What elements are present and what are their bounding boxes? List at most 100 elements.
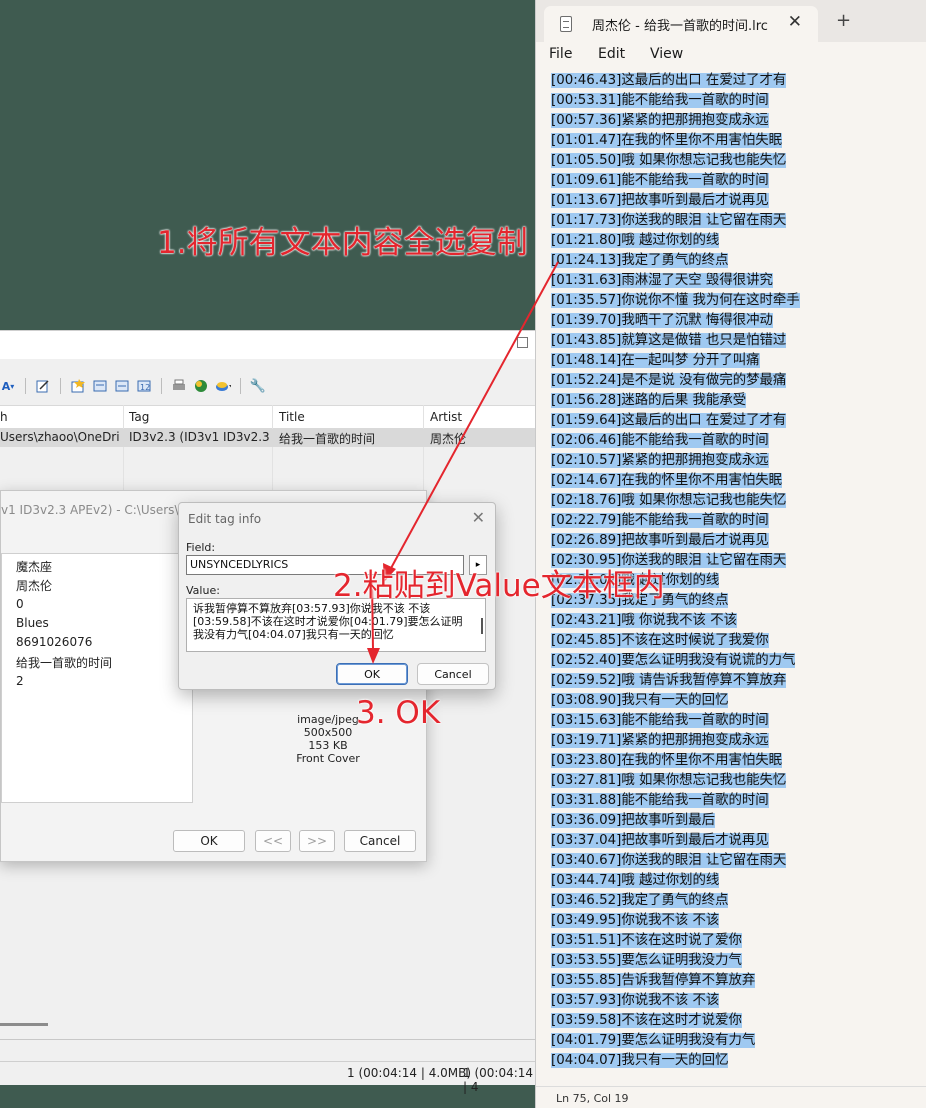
text-line: [03:23.80]在我的怀里你不用害怕失眠 [551,751,901,771]
selected-text: [00:53.31]能不能给我一首歌的时间 [551,93,769,108]
column-path[interactable]: h [0,410,8,424]
text-line: [02:59.52]哦 请告诉我暂停算不算放弃 [551,671,901,691]
text-line: [03:57.93]你说我不该 不该 [551,991,901,1011]
text-line: [04:04.07]我只有一天的回忆 [551,1051,901,1071]
list-item[interactable]: 0 [16,597,24,611]
tag-icon[interactable] [92,378,108,394]
selected-text: [02:45.85]不该在这时候说了我爱你 [551,633,769,648]
annotation-step2: 2.粘贴到Value文本框内 [333,568,665,604]
edit-icon[interactable] [35,378,51,394]
selected-text: [01:13.67]把故事听到最后才说再见 [551,193,769,208]
tag-paste-icon[interactable]: 12 [136,378,152,394]
close-icon[interactable]: ✕ [472,508,485,527]
column-title[interactable]: Title [279,410,305,424]
toolbar-separator [25,378,26,394]
text-line: [02:45.85]不该在这时候说了我爱你 [551,631,901,651]
tag-values-list[interactable]: 魔杰座 周杰伦 0 Blues 8691026076 给我一首歌的时间 2 [1,553,193,803]
text-line: [01:52.24]是不是说 没有做完的梦最痛 [551,371,901,391]
selected-text: [01:21.80]哦 越过你划的线 [551,233,720,248]
tab-lrc-file[interactable]: 周杰伦 - 给我一首歌的时间.lrc ✕ [544,6,818,42]
text-line: [01:39.70]我晒干了沉默 悔得很冲动 [551,311,901,331]
svg-text:12: 12 [140,383,150,392]
list-item[interactable]: 魔杰座 [16,558,52,575]
tag-copy-icon[interactable] [114,378,130,394]
menu-view[interactable]: View [650,46,683,62]
text-line: [02:10.57]紧紧的把那拥抱变成永远 [551,451,901,471]
text-line: [04:01.79]要怎么证明我没有力气 [551,1031,901,1051]
selected-text: [03:31.88]能不能给我一首歌的时间 [551,793,769,808]
list-item[interactable]: 8691026076 [16,635,92,649]
text-line: [03:36.09]把故事听到最后 [551,811,901,831]
list-item[interactable]: Blues [16,616,49,630]
selected-text: [03:37.04]把故事听到最后才说再见 [551,833,769,848]
text-line: [03:51.51]不该在这时说了爱你 [551,931,901,951]
next-button[interactable]: >> [299,830,335,852]
toolbar-separator [161,378,162,394]
text-line: [03:53.55]要怎么证明我没力气 [551,951,901,971]
text-line: [02:43.21]哦 你说我不该 不该 [551,611,901,631]
print-icon[interactable] [171,378,187,394]
menu-file[interactable]: File [549,46,572,62]
document-icon [560,16,572,32]
wrench-icon[interactable]: 🔧 [250,378,266,394]
text-line: [03:44.74]哦 越过你划的线 [551,871,901,891]
new-tab-icon[interactable]: + [836,10,851,31]
text-line: [01:17.73]你送我的眼泪 让它留在雨天 [551,211,901,231]
selected-text: [03:27.81]哦 如果你想忘记我也能失忆 [551,773,787,788]
text-line: [03:15.63]能不能给我一首歌的时间 [551,711,901,731]
selected-text: [01:43.85]就算这是做错 也只是怕错过 [551,333,787,348]
menu-bar: File Edit View [536,42,926,68]
table-row[interactable]: Users\zhaoo\OneDri... ID3v2.3 (ID3v1 ID3… [0,429,540,447]
selected-text: [03:53.55]要怎么证明我没力气 [551,953,742,968]
cancel-button[interactable]: Cancel [417,663,489,685]
value-textarea[interactable]: 诉我暂停算不算放弃[03:57.93]你说我不该 不该[03:59.58]不该在… [186,598,486,652]
selected-text: [01:35.57]你说你不懂 我为何在这时牵手 [551,293,800,308]
selected-text: [01:05.50]哦 如果你想忘记我也能失忆 [551,153,787,168]
selected-text: [02:18.76]哦 如果你想忘记我也能失忆 [551,493,787,508]
selected-text: [03:19.71]紧紧的把那拥抱变成永远 [551,733,769,748]
list-item[interactable]: 2 [16,674,24,688]
text-line: [03:46.52]我定了勇气的终点 [551,891,901,911]
column-tag[interactable]: Tag [129,410,149,424]
selected-text: [02:06.46]能不能给我一首歌的时间 [551,433,769,448]
tab-title: 周杰伦 - 给我一首歌的时间.lrc [592,19,768,34]
dialog-title: Edit tag info [188,512,262,526]
selected-text: [01:01.47]在我的怀里你不用害怕失眠 [551,133,783,148]
selected-text: [02:26.89]把故事听到最后才说再见 [551,533,769,548]
text-line: [01:05.50]哦 如果你想忘记我也能失忆 [551,151,901,171]
text-format-icon[interactable]: A ▾ [0,378,16,394]
ok-button[interactable]: OK [336,663,408,685]
text-line: [03:55.85]告诉我暂停算不算放弃 [551,971,901,991]
text-line: [01:56.28]迷路的后果 我能承受 [551,391,901,411]
divider [0,1039,540,1040]
selected-text: [02:14.67]在我的怀里你不用害怕失眠 [551,473,783,488]
status-selection: 1 (00:04:14 | 4.0MB) [347,1066,472,1080]
selected-text: [01:48.14]在一起叫梦 分开了叫痛 [551,353,760,368]
selected-text: [01:39.70]我晒干了沉默 悔得很冲动 [551,313,773,328]
selected-text: [03:23.80]在我的怀里你不用害怕失眠 [551,753,783,768]
web-dropdown-icon[interactable] [215,378,231,394]
toolbar-separator [240,378,241,394]
column-artist[interactable]: Artist [430,410,462,424]
properties-cancel-button[interactable]: Cancel [344,830,416,852]
list-item[interactable]: 周杰伦 [16,577,52,594]
horizontal-scrollbar[interactable] [0,1023,48,1026]
tab-strip: 周杰伦 - 给我一首歌的时间.lrc ✕ + [536,0,926,42]
annotation-step1: 1.将所有文本内容全选复制 [157,225,528,261]
text-line: [03:19.71]紧紧的把那拥抱变成永远 [551,731,901,751]
selected-text: [03:59.58]不该在这时才说爱你 [551,1013,742,1028]
tag-add-icon[interactable] [70,378,86,394]
text-line: [02:22.79]能不能给我一首歌的时间 [551,511,901,531]
selected-text: [03:36.09]把故事听到最后 [551,813,716,828]
close-tab-icon[interactable]: ✕ [788,12,802,32]
selected-text: [03:46.52]我定了勇气的终点 [551,893,729,908]
selected-text: [01:17.73]你送我的眼泪 让它留在雨天 [551,213,787,228]
menu-edit[interactable]: Edit [598,46,625,62]
previous-button[interactable]: << [255,830,291,852]
maximize-icon[interactable] [517,337,528,348]
web-globe-icon[interactable] [193,378,209,394]
value-scrollbar[interactable] [481,618,483,634]
properties-ok-button[interactable]: OK [173,830,245,852]
notepad-statusbar: Ln 75, Col 19 [536,1086,926,1108]
list-item[interactable]: 给我一首歌的时间 [16,654,112,671]
